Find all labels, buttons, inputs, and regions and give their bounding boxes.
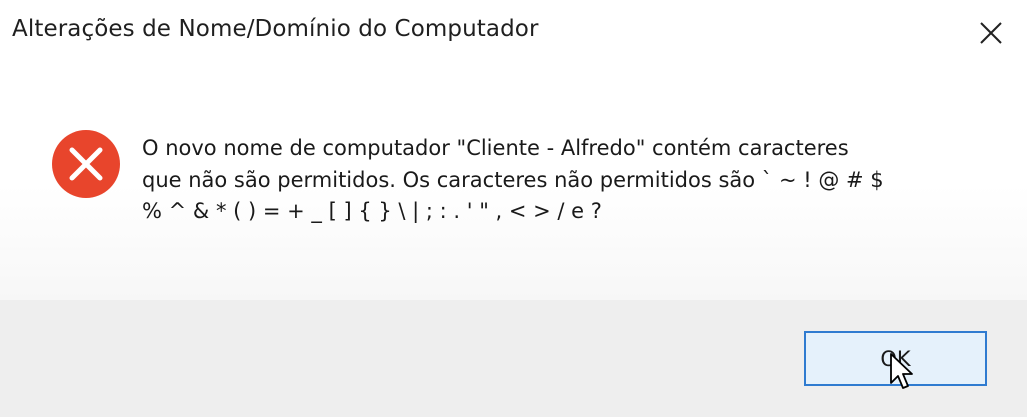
error-icon	[51, 129, 121, 199]
message-line: que não são permitidos. Os caracteres nã…	[142, 167, 884, 192]
error-dialog: Alterações de Nome/Domínio do Computador…	[0, 0, 1027, 417]
mouse-pointer-icon	[890, 353, 913, 389]
message-line: O novo nome de computador "Cliente - Alf…	[142, 136, 849, 160]
title-bar: Alterações de Nome/Domínio do Computador	[0, 0, 1027, 70]
error-message: O novo nome de computador "Cliente - Alf…	[142, 133, 962, 228]
close-icon	[980, 22, 1002, 44]
dialog-title: Alterações de Nome/Domínio do Computador	[12, 16, 539, 42]
close-button[interactable]	[963, 10, 1019, 56]
message-line: % ^ & * ( ) = + _ [ ] { } \ | ; : . ' " …	[142, 199, 602, 223]
